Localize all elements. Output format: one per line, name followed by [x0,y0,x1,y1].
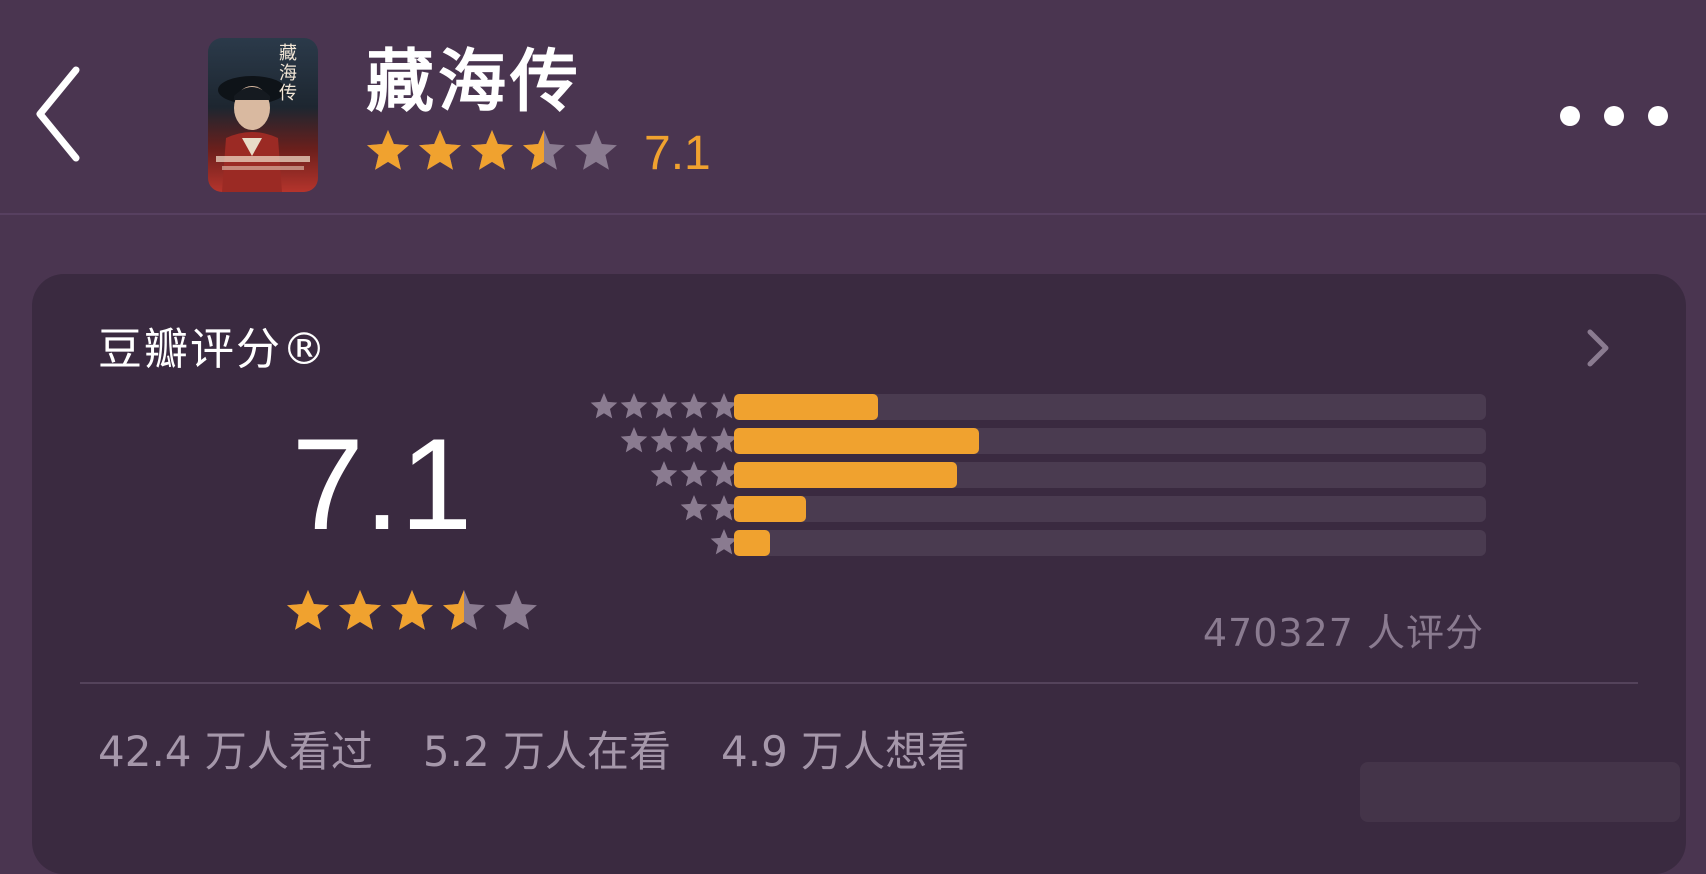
header-star-fill-2 [419,130,461,170]
header-star-fill-1 [367,130,409,170]
distribution-bar-track-1 [734,530,1486,556]
more-button[interactable] [1558,96,1670,136]
distribution-star-icon [590,393,618,419]
header: 藏海传 藏海传 7.1 [0,0,1706,215]
card-detail-button[interactable] [1582,326,1612,370]
distribution-bar-5-star [734,394,878,420]
distribution-star-icon [620,393,648,419]
distribution-star-icon [680,495,708,521]
distribution-star-icon [650,427,678,453]
back-button[interactable] [28,62,98,166]
distribution-bar-track-3 [734,462,1486,488]
card-title: 豆瓣评分® [98,324,328,375]
distribution-bar-track-2 [734,496,1486,522]
distribution-star-icon [680,393,708,419]
card-divider [80,682,1638,684]
poster-title: 藏海传 [279,43,297,104]
header-star-rating [367,130,617,170]
distribution-bar-2-star [734,496,806,522]
audience-stats: 42.4 万人看过 5.2 万人在看 4.9 万人想看 [98,724,1019,780]
stat-watched[interactable]: 42.4 万人看过 [98,724,373,780]
distribution-star-icon [650,393,678,419]
big-star-fill-3 [391,590,433,630]
chevron-right-icon [1587,329,1609,367]
big-star-fill-2 [339,590,381,630]
stat-want[interactable]: 4.9 万人想看 [721,724,969,780]
big-star-fill-1 [287,590,329,630]
distribution-bar-4-star [734,428,979,454]
big-star-rating [287,590,537,630]
distribution-stars-3 [650,461,738,487]
big-score: 7.1 [291,411,473,557]
distribution-bar-track-5 [734,394,1486,420]
header-star-5 [575,130,617,170]
distribution-star-icon [650,461,678,487]
distribution-star-icon [620,427,648,453]
distribution-stars-4 [620,427,738,453]
distribution-star-icon [680,427,708,453]
distribution-bar-3-star [734,462,958,488]
big-star-5 [495,590,537,630]
distribution-star-icon [680,461,708,487]
distribution-bar-1-star [734,530,770,556]
poster-image[interactable]: 藏海传 [208,38,318,192]
header-score: 7.1 [644,127,711,180]
header-star-fill-3 [471,130,513,170]
stat-watching[interactable]: 5.2 万人在看 [423,724,671,780]
watermark [1360,762,1680,822]
distribution-stars-2 [680,495,738,521]
distribution-bar-track-4 [734,428,1486,454]
distribution-stars-1 [710,529,738,555]
more-dots-icon [1560,106,1668,126]
page-title: 藏海传 [366,43,583,122]
header-divider [0,213,1706,215]
rating-count: 470327 人评分 [1202,611,1484,655]
chevron-left-icon [36,66,80,162]
distribution-stars-5 [590,393,738,419]
